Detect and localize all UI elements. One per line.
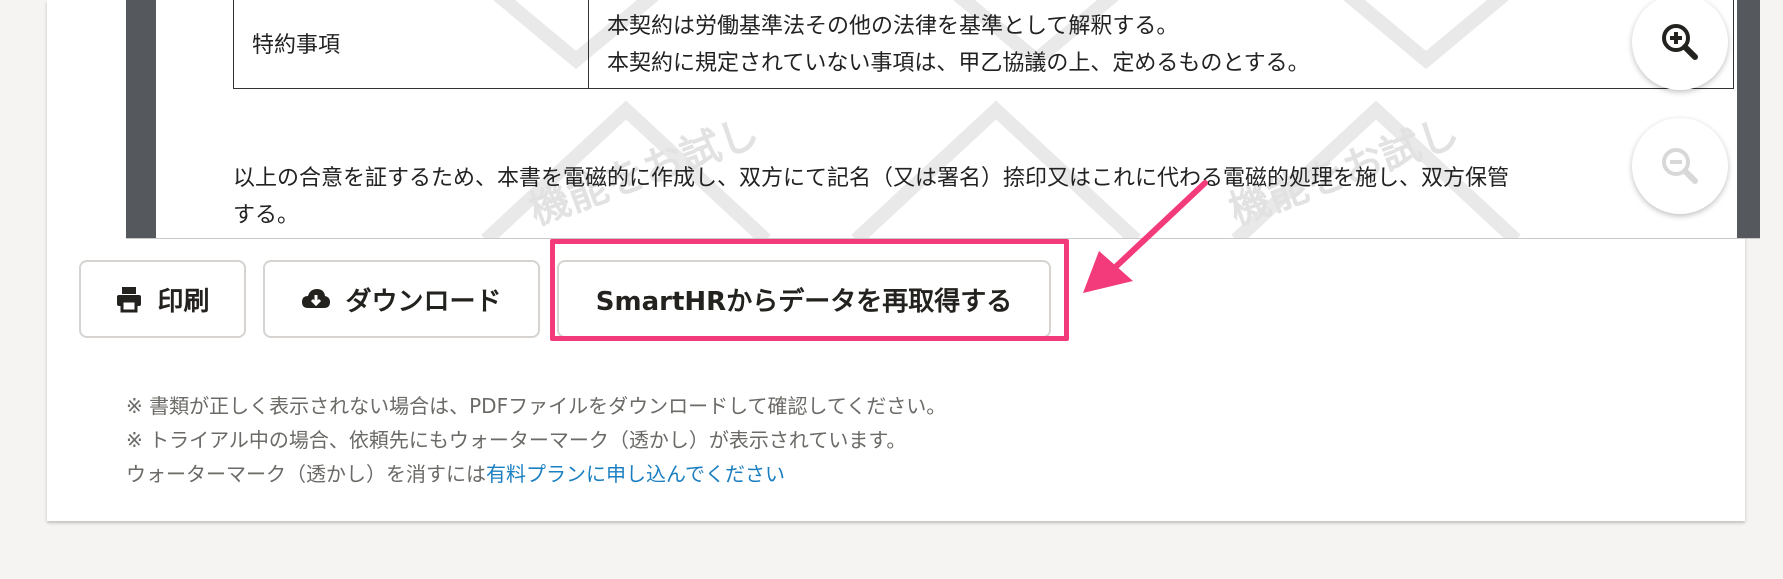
table-label: 特約事項 [234, 0, 589, 88]
note-line: ウォーターマーク（透かし）を消すには有料プランに申し込んでください [126, 457, 946, 491]
download-button-label: ダウンロード [345, 286, 502, 317]
notes: ※ 書類が正しく表示されない場合は、PDFファイルをダウンロードして確認してくだ… [126, 389, 946, 491]
pdf-page: 機能をお試し 機能をお試し 特約事項 本契約は労働基準法その他の法律を基準として… [156, 0, 1737, 238]
special-terms-table: 特約事項 本契約は労働基準法その他の法律を基準として解釈する。 本契約に規定され… [233, 0, 1734, 89]
closing-line: する。 [233, 203, 300, 228]
printer-icon [117, 287, 142, 313]
cloud-download-icon [302, 289, 331, 308]
table-line: 本契約に規定されていない事項は、甲乙協議の上、定めるものとする。 [607, 51, 1310, 76]
table-content: 本契約は労働基準法その他の法律を基準として解釈する。 本契約に規定されていない事… [607, 8, 1727, 82]
note-prefix: ウォーターマーク（透かし）を消すには [126, 462, 486, 486]
download-button[interactable]: ダウンロード [263, 260, 540, 338]
table-line: 本契約は労働基準法その他の法律を基準として解釈する。 [607, 14, 1179, 39]
note-line: ※ 書類が正しく表示されない場合は、PDFファイルをダウンロードして確認してくだ… [126, 394, 947, 418]
note-line: ※ トライアル中の場合、依頼先にもウォーターマーク（透かし）が表示されています。 [126, 428, 907, 452]
highlight-box [550, 239, 1069, 341]
zoom-out-icon [1662, 148, 1698, 184]
print-button-label: 印刷 [157, 286, 210, 317]
closing-paragraph: 以上の合意を証するため、本書を電磁的に作成し、双方にて記名（又は署名）捺印又はこ… [233, 160, 1737, 234]
paid-plan-link[interactable]: 有料プランに申し込んでください [486, 462, 785, 486]
annotation-arrow-icon [1083, 180, 1208, 293]
pdf-viewer[interactable]: 機能をお試し 機能をお試し 特約事項 本契約は労働基準法その他の法律を基準として… [126, 0, 1760, 239]
print-button[interactable]: 印刷 [79, 260, 246, 338]
zoom-in-icon [1662, 24, 1698, 60]
closing-line: 以上の合意を証するため、本書を電磁的に作成し、双方にて記名（又は署名）捺印又はこ… [233, 166, 1510, 191]
zoom-out-button[interactable] [1632, 118, 1728, 214]
